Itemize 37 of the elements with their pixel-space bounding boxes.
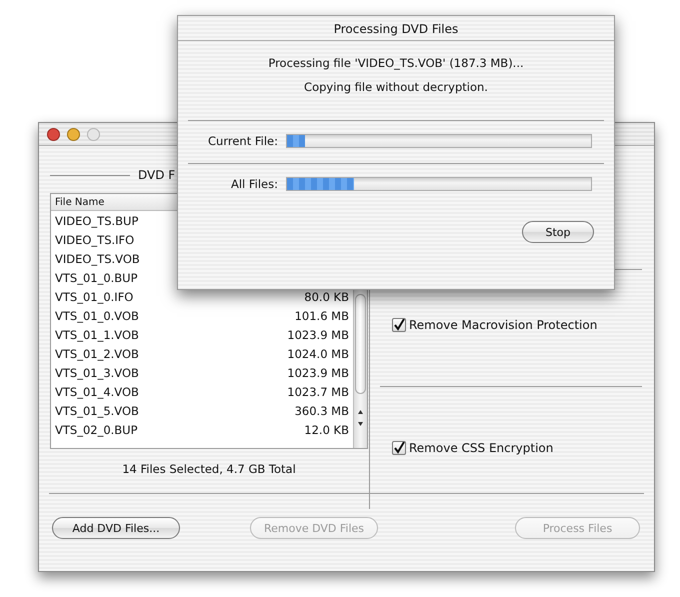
dialog-title: Processing DVD Files — [178, 16, 614, 41]
file-size: 12.0 KB — [304, 422, 349, 436]
file-size: 1023.7 MB — [287, 384, 349, 398]
file-name: VTS_01_0.VOB — [55, 308, 139, 322]
file-name: VIDEO_TS.VOB — [55, 252, 140, 266]
group-title: DVD F — [138, 168, 176, 182]
status-message: Processing file 'VIDEO_TS.VOB' (187.3 MB)... — [267, 56, 525, 72]
file-name: VTS_02_0.BUP — [55, 422, 138, 436]
status-message: Copying file without decryption. — [303, 80, 489, 96]
file-name: VTS_01_0.IFO — [55, 290, 134, 304]
option-label: Remove CSS Encryption — [409, 441, 554, 455]
progress-label: All Files: — [230, 177, 278, 191]
minimize-icon[interactable] — [67, 128, 80, 140]
action-button[interactable]: Add DVD Files... — [52, 517, 180, 539]
scroll-thumb[interactable] — [355, 294, 366, 394]
file-name: VTS_01_4.VOB — [55, 384, 139, 398]
file-name: VTS_01_5.VOB — [55, 404, 139, 418]
file-size: 80.0 KB — [304, 290, 349, 304]
file-size: 360.3 MB — [294, 404, 349, 418]
close-icon[interactable] — [47, 128, 60, 140]
file-size: 101.6 MB — [294, 308, 349, 322]
selection-summary: 14 Files Selected, 4.7 GB Total — [121, 462, 297, 476]
file-name: VTS_01_1.VOB — [55, 328, 139, 342]
option-label: Remove Macrovision Protection — [409, 318, 598, 332]
file-size: 1023.9 MB — [287, 366, 349, 380]
file-size: 1023.9 MB — [287, 328, 349, 342]
file-size: 1024.0 MB — [287, 346, 349, 360]
file-name: VTS_01_2.VOB — [55, 346, 139, 360]
file-name: VIDEO_TS.IFO — [55, 232, 134, 246]
file-name: VTS_01_3.VOB — [55, 366, 139, 380]
progress-label: Current File: — [207, 134, 278, 148]
stop-button[interactable]: Stop — [522, 221, 594, 243]
file-name: VIDEO_TS.BUP — [55, 214, 138, 228]
checkbox[interactable] — [392, 441, 406, 455]
file-name: VTS_01_0.BUP — [55, 270, 138, 284]
checkbox[interactable] — [392, 318, 406, 332]
column-header[interactable]: File Name — [55, 196, 104, 208]
